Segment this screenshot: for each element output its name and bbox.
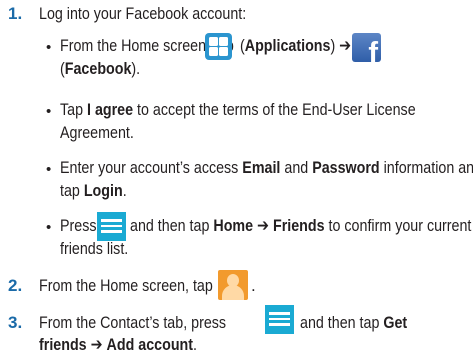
applications-label: Applications — [244, 36, 331, 55]
bullet-line: tap Login. — [60, 181, 127, 200]
bullet-symbol: • — [46, 219, 52, 236]
bullet-line: Agreement. — [60, 123, 134, 142]
step-number: 2. — [8, 276, 23, 295]
step-number: 3. — [8, 313, 23, 332]
bullet-line: and then tap Get — [300, 313, 408, 332]
contacts-icon — [218, 270, 248, 300]
bullet-line: friends list. — [60, 239, 129, 258]
facebook-label: Facebook — [64, 59, 132, 78]
step-text: From the Home screen, tap — [39, 276, 213, 295]
step-number: 1. — [8, 4, 23, 23]
bullet-line: and then tap Home ➔ Friends to confirm y… — [130, 216, 472, 235]
step-text: From the Contact’s tab, press — [39, 313, 227, 332]
bullet-line: Tap I agree to accept the terms of the E… — [60, 100, 416, 119]
step-2: 2. From the Home screen, tap . — [0, 270, 473, 306]
bullet-symbol: • — [46, 103, 52, 120]
applications-icon — [205, 33, 232, 60]
bullet-line: From the Home screen, tap — [60, 36, 234, 55]
facebook-icon: f — [352, 33, 381, 62]
menu-key-icon — [97, 212, 126, 241]
bullet-line: friends ➔ Add account. — [39, 335, 197, 354]
step-text: Log into your Facebook account: — [39, 4, 247, 23]
menu-key-icon — [265, 305, 294, 334]
bullet-symbol: • — [46, 39, 52, 56]
bullet-line: Enter your account’s access Email and Pa… — [60, 158, 473, 177]
bullet-symbol: • — [46, 161, 52, 178]
bullet-line: (Facebook). — [60, 59, 141, 78]
